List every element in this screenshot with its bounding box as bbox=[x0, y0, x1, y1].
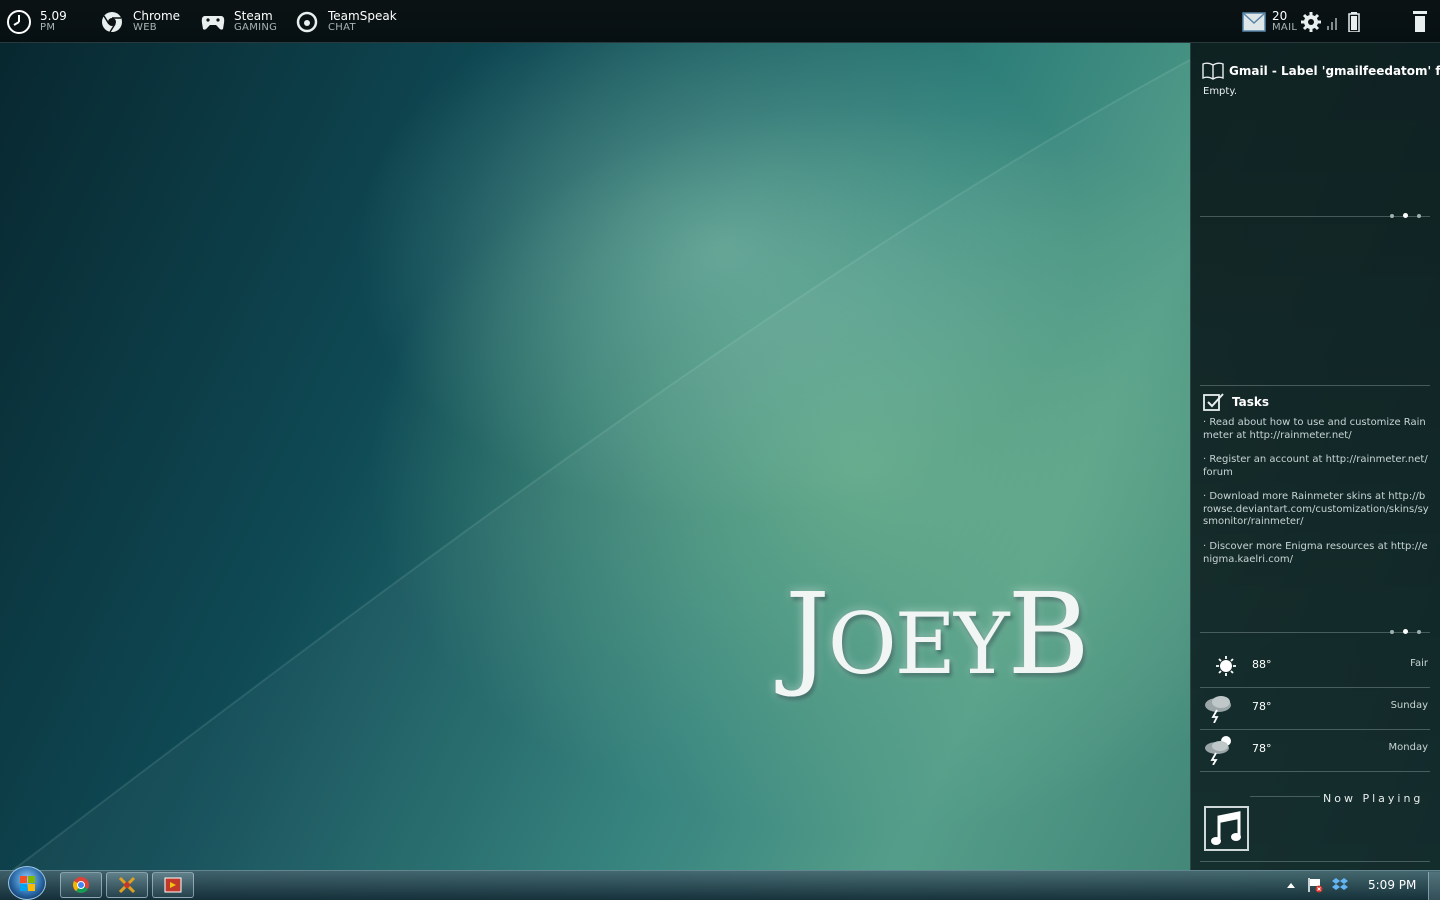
weather-desc: Fair bbox=[1410, 658, 1428, 669]
trash-icon[interactable] bbox=[1411, 11, 1429, 33]
chrome-icon bbox=[73, 877, 89, 893]
start-button[interactable] bbox=[8, 866, 46, 900]
launcher-sub: WEB bbox=[133, 22, 157, 33]
clock-time: 5.09 bbox=[40, 9, 67, 23]
launcher-label: TeamSpeak bbox=[328, 9, 397, 23]
tray-expand-icon[interactable] bbox=[1282, 876, 1300, 894]
divider bbox=[1250, 796, 1320, 797]
weather-temp: 78° bbox=[1252, 742, 1272, 755]
task-item[interactable]: · Read about how to use and customize Ra… bbox=[1203, 417, 1429, 442]
task-item[interactable]: · Download more Rainmeter skins at http:… bbox=[1203, 491, 1429, 529]
storm-sun-icon bbox=[1202, 733, 1236, 766]
album-art[interactable] bbox=[1204, 806, 1249, 851]
gear-icon[interactable] bbox=[1300, 11, 1322, 33]
pager-dots[interactable] bbox=[1390, 213, 1421, 218]
launcher-sub: CHAT bbox=[328, 22, 356, 33]
tasks-title: Tasks bbox=[1232, 395, 1270, 409]
windows-logo-icon bbox=[20, 876, 35, 891]
divider bbox=[1200, 861, 1430, 862]
gmail-feed-title[interactable]: Gmail - Label 'gmailfeedatom' fo... bbox=[1229, 64, 1440, 78]
weather-desc: Monday bbox=[1388, 742, 1428, 753]
checkbox-icon bbox=[1203, 392, 1225, 412]
tools-icon bbox=[118, 876, 136, 894]
chrome-icon bbox=[99, 9, 125, 35]
battery-icon bbox=[1348, 12, 1360, 33]
taskbar-media[interactable] bbox=[152, 872, 194, 898]
gamepad-icon bbox=[200, 9, 226, 35]
weather-temp: 88° bbox=[1252, 658, 1272, 671]
gmail-feed-status: Empty. bbox=[1203, 86, 1237, 97]
launcher-label: Chrome bbox=[133, 9, 181, 23]
task-item[interactable]: · Register an account at http://rainmete… bbox=[1203, 454, 1429, 479]
weather-desc: Sunday bbox=[1390, 700, 1428, 711]
teamspeak-icon bbox=[294, 9, 320, 35]
divider bbox=[1200, 385, 1430, 386]
taskbar-tools[interactable] bbox=[106, 872, 148, 898]
divider bbox=[1200, 771, 1430, 772]
mail-icon bbox=[1241, 9, 1267, 35]
dropbox-icon[interactable] bbox=[1331, 876, 1349, 894]
launcher-teamspeak[interactable]: TeamSpeak CHAT bbox=[294, 8, 397, 36]
mail-label: MAIL bbox=[1272, 22, 1298, 33]
music-note-icon bbox=[1210, 810, 1241, 845]
task-item[interactable]: · Discover more Enigma resources at http… bbox=[1203, 541, 1429, 566]
clock-widget: 5.09 PM bbox=[6, 8, 67, 36]
media-icon bbox=[164, 877, 182, 893]
weather-row: 78° Sunday bbox=[1200, 687, 1430, 727]
taskbar bbox=[0, 870, 1440, 900]
launcher-sub: GAMING bbox=[234, 22, 278, 33]
launcher-steam[interactable]: Steam GAMING bbox=[200, 8, 277, 36]
taskbar-clock[interactable]: 5:09 PM bbox=[1368, 878, 1416, 892]
weather-row: 78° Monday bbox=[1200, 729, 1430, 769]
weather-temp: 78° bbox=[1252, 700, 1272, 713]
action-center-flag-icon[interactable] bbox=[1306, 876, 1324, 894]
sun-icon bbox=[1202, 649, 1236, 681]
signal-icon bbox=[1327, 14, 1339, 30]
weather-row: 88° Fair bbox=[1200, 645, 1430, 685]
clock-icon bbox=[6, 9, 32, 35]
show-desktop-button[interactable] bbox=[1428, 872, 1440, 900]
storm-icon bbox=[1202, 691, 1236, 724]
wallpaper-logo-text: JOEYB bbox=[785, 570, 1090, 700]
clock-period: PM bbox=[40, 22, 56, 33]
now-playing-label: Now Playing bbox=[1323, 792, 1424, 805]
launcher-chrome[interactable]: Chrome WEB bbox=[99, 8, 180, 36]
mail-count: 20 bbox=[1272, 9, 1288, 23]
top-bar: 5.09 PM Chrome WEB Steam GAMING TeamSpea… bbox=[0, 0, 1440, 43]
launcher-label: Steam bbox=[234, 9, 273, 23]
mail-widget[interactable]: 20 MAIL bbox=[1241, 8, 1297, 36]
pager-dots[interactable] bbox=[1390, 629, 1421, 634]
book-icon bbox=[1202, 62, 1224, 80]
taskbar-chrome[interactable] bbox=[60, 872, 102, 898]
